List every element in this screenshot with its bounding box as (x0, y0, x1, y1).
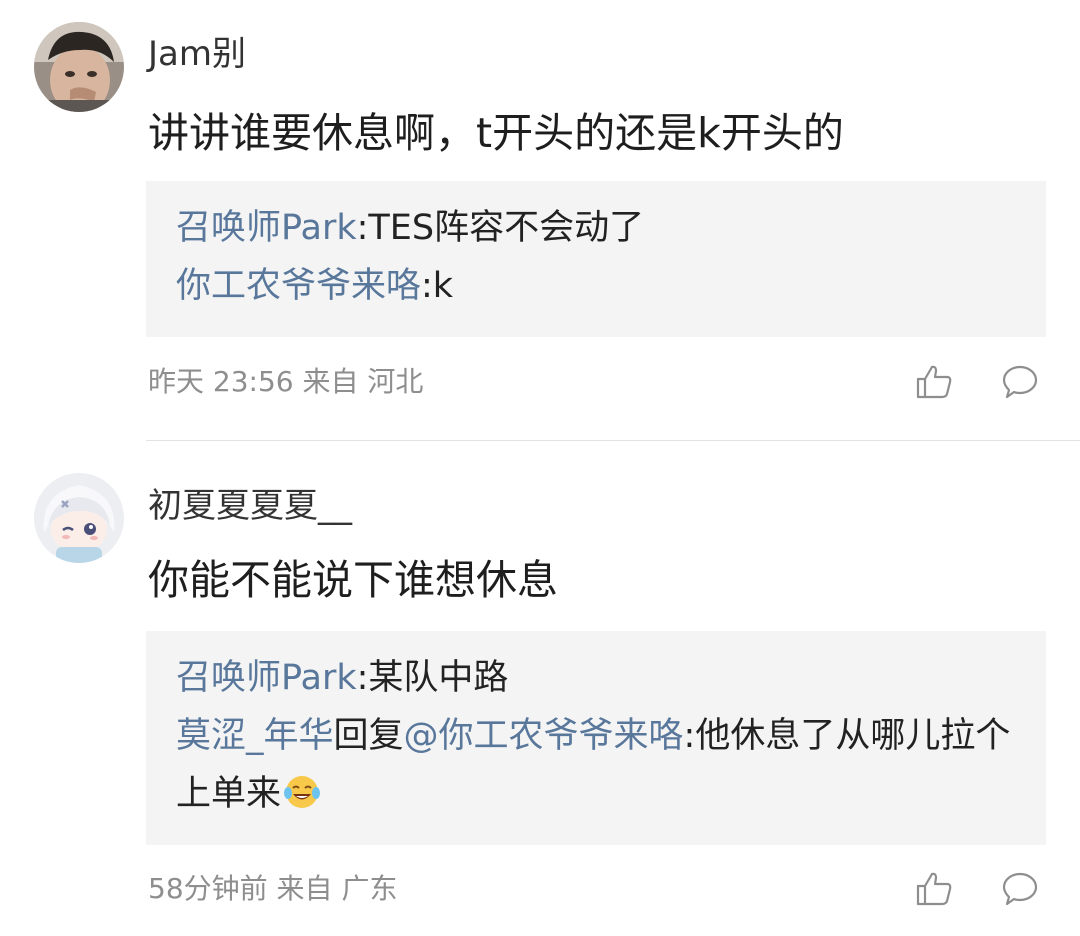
username[interactable]: 初夏夏夏夏__ (148, 484, 352, 528)
comment-bubble-icon (1002, 872, 1038, 906)
comment-bubble-icon (1002, 365, 1038, 399)
avatar[interactable] (34, 22, 124, 112)
thumbs-up-icon (916, 872, 952, 906)
reply-line: 召唤师Park:某队中路 (176, 649, 1016, 707)
reply-text: :某队中路 (356, 658, 509, 698)
thumbs-up-icon (916, 365, 952, 399)
reply-button[interactable] (1000, 869, 1040, 909)
reply-button[interactable] (1000, 362, 1040, 402)
timestamp: 昨天 23:56 (148, 365, 294, 398)
location: 来自 广东 (276, 872, 398, 905)
reply-box[interactable]: 召唤师Park:某队中路 莫涩_年华回复@你工农爷爷来咯:他休息了从哪儿拉个上单… (146, 631, 1046, 845)
comment-meta: 昨天 23:56 来自 河北 (148, 362, 423, 402)
reply-author[interactable]: 召唤师Park (176, 208, 357, 248)
timestamp: 58分钟前 (148, 872, 268, 905)
comment-text: 讲讲谁要休息啊，t开头的还是k开头的 (148, 109, 844, 157)
comment-item: Jam别 讲讲谁要休息啊，t开头的还是k开头的 召唤师Park:TES阵容不会动… (0, 0, 1080, 441)
like-button[interactable] (914, 362, 954, 402)
location: 来自 河北 (302, 365, 424, 398)
reply-author[interactable]: 莫涩_年华 (176, 716, 334, 756)
comment-item: 初夏夏夏夏__ 你能不能说下谁想休息 召唤师Park:某队中路 莫涩_年华回复@… (0, 441, 1080, 936)
reply-line: 你工农爷爷来咯:k (176, 257, 1016, 315)
reply-line: 召唤师Park:TES阵容不会动了 (176, 199, 1016, 257)
reply-author[interactable]: 你工农爷爷来咯 (176, 266, 421, 306)
reply-mention[interactable]: @你工农爷爷来咯 (404, 716, 684, 756)
like-button[interactable] (914, 869, 954, 909)
reply-author[interactable]: 召唤师Park (176, 658, 357, 698)
reply-connector: 回复 (333, 716, 404, 756)
avatar[interactable] (34, 473, 124, 563)
comment-feed: Jam别 讲讲谁要休息啊，t开头的还是k开头的 召唤师Park:TES阵容不会动… (0, 0, 1080, 936)
reply-line: 莫涩_年华回复@你工农爷爷来咯:他休息了从哪儿拉个上单来 (176, 707, 1016, 823)
username[interactable]: Jam别 (148, 32, 246, 76)
reply-box[interactable]: 召唤师Park:TES阵容不会动了 你工农爷爷来咯:k (146, 181, 1046, 337)
laughing-tears-emoji-icon (283, 773, 321, 811)
comment-text: 你能不能说下谁想休息 (148, 556, 558, 604)
reply-text: :TES阵容不会动了 (356, 208, 645, 248)
reply-text: :k (421, 266, 454, 306)
comment-meta: 58分钟前 来自 广东 (148, 869, 397, 909)
